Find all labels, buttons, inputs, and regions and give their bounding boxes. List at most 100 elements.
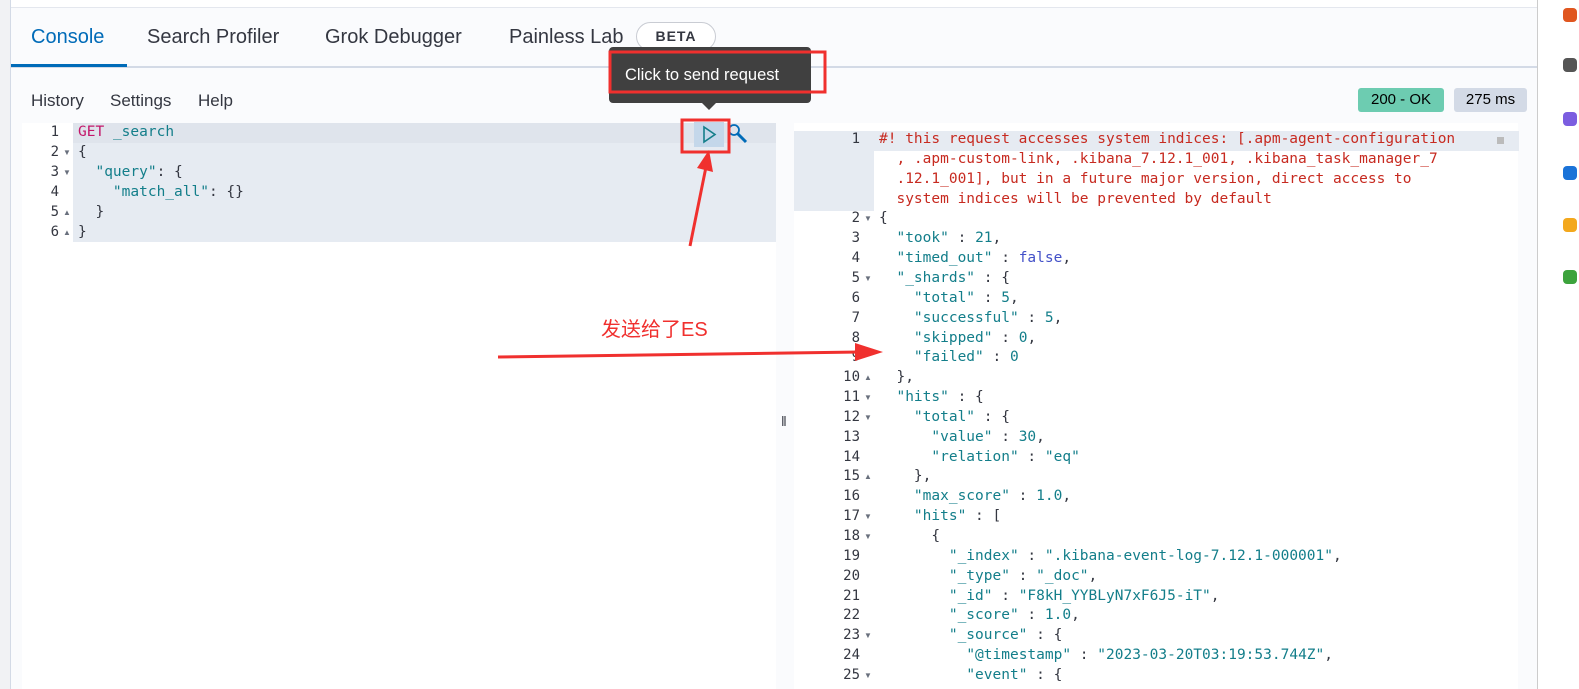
leaf-icon[interactable] [1563,270,1577,284]
fold-toggle-icon[interactable]: ▼ [864,393,872,402]
app-icon[interactable] [1563,112,1577,126]
fold-toggle-icon[interactable]: ▼ [63,148,71,157]
code-line: "skipped" : 0, [879,330,1036,346]
fold-toggle-icon[interactable]: ▼ [864,671,872,680]
code-token: "total" [913,289,976,306]
fold-toggle-icon[interactable]: ▲ [864,472,872,481]
code-token: "failed" [913,349,984,366]
settings-link[interactable]: Settings [110,91,171,111]
line-number: 5 [851,269,860,286]
send-request-button[interactable] [694,122,724,147]
code-token: : { [156,164,183,180]
line-number: 7 [851,309,860,326]
fold-toggle-icon[interactable]: ▼ [864,512,872,521]
annotation-label: 发送给了ES [601,319,708,341]
code-line: "_id" : "F8kH_YYBLyN7xF6J5-iT", [879,588,1220,604]
code-token: "_index" [948,547,1019,564]
code-token: "_id" [948,587,993,604]
help-link[interactable]: Help [198,91,233,111]
code-token: { [78,144,87,160]
fold-toggle-icon[interactable]: ▼ [63,168,71,177]
fold-toggle-icon[interactable]: ▼ [864,214,872,223]
fold-toggle-icon[interactable]: ▼ [864,413,872,422]
active-line-highlight [73,123,776,143]
status-badge: 200 - OK [1358,88,1444,112]
code-token: : { [975,408,1010,425]
line-number: 20 [843,567,860,584]
code-token: , [1332,547,1342,564]
line-number: 19 [843,547,860,564]
code-token: .12.1_001], but in a future major versio… [879,170,1412,187]
scrollbar-thumb[interactable] [1497,137,1504,144]
fold-toggle-icon[interactable]: ▼ [864,532,872,541]
line-number: 24 [843,647,860,664]
code-token: : [1071,647,1098,664]
code-line: #! this request accesses system indices:… [879,131,1455,147]
code-token: , [1210,587,1220,604]
code-token: "value" [931,428,993,445]
fold-toggle-icon[interactable]: ▲ [864,373,872,382]
code-token: "hits" [896,389,949,406]
browser-top-bar [0,0,1537,8]
play-icon [703,125,717,144]
code-token: 30 [1018,428,1037,445]
history-link[interactable]: History [31,91,84,111]
tab-console[interactable]: Console [31,26,104,49]
line-number: 4 [851,250,860,267]
line-number: 1 [50,124,59,140]
fold-toggle-icon[interactable]: ▲ [63,228,71,237]
code-line: "hits" : { [879,389,983,406]
pane-resize-handle[interactable]: ‖ [781,413,787,429]
code-line: }, [879,468,931,484]
active-tab-indicator [11,64,127,67]
fold-toggle-icon[interactable]: ▼ [864,274,872,283]
code-token: , [1009,289,1019,306]
code-line: "query": { [78,164,183,180]
fold-toggle-icon[interactable]: ▼ [864,631,872,640]
code-line: { [879,528,940,544]
code-token: "hits" [913,508,967,525]
code-token: "total" [913,408,976,425]
wrench-icon [728,124,748,144]
fold-toggle-icon[interactable]: ▲ [63,208,71,217]
code-line: "successful" : 5, [879,310,1062,326]
code-token: "_score" [948,607,1019,624]
response-viewer: 1 #! this request accesses system indices… [794,123,1519,689]
code-token: : [1018,607,1045,624]
code-line: GET _search [78,124,174,140]
code-token: "match_all" [112,184,209,200]
profile-icon[interactable] [1563,58,1577,72]
drive-icon[interactable] [1563,218,1577,232]
code-token: , [1027,329,1037,346]
tab-grok-debugger[interactable]: Grok Debugger [325,26,462,49]
code-token: 5 [1044,309,1054,326]
tab-painless-lab[interactable]: Painless Lab [509,26,624,49]
line-number: 2 [50,144,59,160]
line-number: 16 [843,488,860,505]
tab-search-profiler[interactable]: Search Profiler [147,26,279,49]
code-token: : { [975,269,1010,286]
code-token: "@timestamp" [966,647,1072,664]
code-token: "_shards" [896,269,976,286]
code-token: "relation" [931,448,1019,465]
dev-tools-app: Console Search Profiler Grok Debugger Pa… [11,8,1537,689]
code-line: "max_score" : 1.0, [879,488,1071,504]
code-token: , .apm-custom-link, .kibana_7.12.1_001, … [879,150,1438,167]
code-line: "event" : { [879,667,1062,683]
code-token: ".kibana-event-log-7.12.1-000001" [1044,547,1333,564]
outlook-icon[interactable] [1563,166,1577,180]
wrench-settings-button[interactable] [727,123,749,145]
code-token: { [879,210,888,227]
send-request-tooltip: Click to send request [609,47,811,110]
extension-icon[interactable] [1563,8,1577,22]
line-number: 17 [843,508,860,525]
request-editor[interactable]: 1 GET _search 2 ▼ {3 ▼ "query": {4 "match_all… [22,123,776,689]
